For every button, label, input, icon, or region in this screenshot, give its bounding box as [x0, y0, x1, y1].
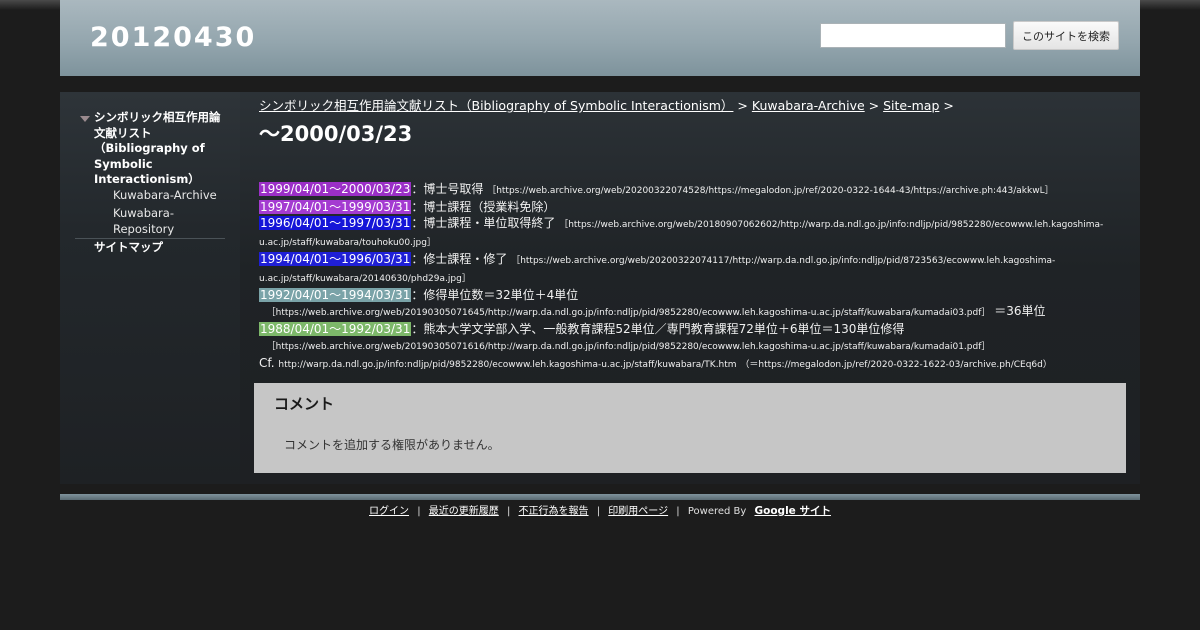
cf-line: Cf. http://warp.da.ndl.go.jp/info:ndljp/… [259, 355, 1129, 373]
breadcrumb-separator: > [868, 98, 880, 113]
footer-separator: | [596, 506, 601, 517]
list-item: 1988/04/01～1992/03/31：熊本大学文学部入学、一般教育課程52… [259, 321, 1129, 355]
footer-link-google-sites[interactable]: Google サイト [755, 505, 831, 517]
breadcrumb-link-archive[interactable]: Kuwabara-Archive [752, 98, 865, 113]
comments-title: コメント [274, 395, 335, 413]
entry-text: ：修得単位数＝32単位＋4単位 [411, 288, 579, 302]
entry-text: ：博士課程・単位取得終了 [411, 216, 556, 230]
sidebar-divider [75, 238, 225, 239]
cf-link[interactable]: http://warp.da.ndl.go.jp/info:ndljp/pid/… [278, 360, 736, 370]
footer-separator: | [676, 506, 680, 517]
bracket-open: ［ [511, 256, 521, 266]
breadcrumb-separator: > [737, 98, 748, 113]
entry-text: ：熊本大学文学部入学、一般教育課程52単位／専門教育課程72単位＋6単位＝130… [411, 322, 905, 336]
breadcrumb-separator: > [943, 98, 954, 113]
entry-link[interactable]: https://web.archive.org/web/201903050716… [276, 342, 982, 352]
list-item: 1996/04/01～1997/03/31：博士課程・単位取得終了 ［https… [259, 215, 1129, 251]
entry-link[interactable]: https://web.archive.org/web/201903050716… [276, 308, 982, 318]
bracket-open: ［ [559, 220, 569, 230]
footer-link-print[interactable]: 印刷用ページ [608, 506, 668, 517]
period-highlight: 1994/04/01～1996/03/31 [259, 252, 412, 266]
bracket-close: ］ [981, 342, 991, 352]
bracket-close: ］ [981, 308, 991, 318]
search-button[interactable]: このサイトを検索 [1013, 21, 1119, 50]
cf-label: Cf. [259, 356, 275, 370]
sidebar-item-sitemap[interactable]: サイトマップ [94, 240, 226, 256]
footer-powered-by: Powered By [687, 506, 747, 517]
bracket-open: ［ [266, 308, 276, 318]
footer-separator: | [417, 506, 421, 517]
sidebar-item-kuwabara-repository[interactable]: Kuwabara-Repository [113, 206, 228, 237]
entry-suffix: ＝36単位 [994, 304, 1046, 318]
period-highlight: 1999/04/01～2000/03/23 [259, 182, 412, 196]
bracket-close: ］ [1044, 186, 1054, 196]
breadcrumb-link-bibliography[interactable]: シンボリック相互作用論文献リスト（Bibliography of Symboli… [259, 98, 733, 113]
list-item: 1997/04/01～1999/03/31：博士課程（授業料免除） [259, 199, 1129, 215]
search-input[interactable] [820, 23, 1006, 48]
footer-link-login[interactable]: ログイン [369, 506, 409, 517]
footer-link-recent-changes[interactable]: 最近の更新履歴 [429, 506, 499, 517]
site-title[interactable]: 20120430 [90, 20, 256, 56]
bracket-close: ］ [426, 238, 436, 248]
entry-list: 1999/04/01～2000/03/23：博士号取得 ［https://web… [259, 181, 1129, 373]
footer-link-report-abuse[interactable]: 不正行為を報告 [519, 506, 589, 517]
page-title: ～2000/03/23 [259, 122, 413, 146]
comments-section: コメント コメントを追加する権限がありません。 [254, 383, 1126, 473]
breadcrumb-link-sitemap[interactable]: Site-map [883, 98, 939, 113]
period-highlight: 1997/04/01～1999/03/31 [259, 200, 412, 214]
bracket-close: ］ [461, 274, 471, 284]
list-item: 1994/04/01～1996/03/31：修士課程・修了 ［https://w… [259, 251, 1129, 287]
cf-alt-link[interactable]: （＝https://megalodon.jp/ref/2020-0322-162… [740, 360, 1051, 370]
footer-separator: | [506, 506, 511, 517]
period-highlight: 1988/04/01～1992/03/31 [259, 322, 412, 336]
comments-permission-text: コメントを追加する権限がありません。 [284, 438, 500, 452]
list-item: 1992/04/01～1994/03/31：修得単位数＝32単位＋4単位 ［ht… [259, 287, 1129, 321]
entry-text: ：修士課程・修了 [411, 252, 508, 266]
sidebar: シンボリック相互作用論文献リスト（Bibliography of Symboli… [60, 92, 240, 484]
list-item: 1999/04/01～2000/03/23：博士号取得 ［https://web… [259, 181, 1129, 199]
entry-text: ：博士号取得 [411, 182, 484, 196]
bracket-open: ［ [266, 342, 276, 352]
expand-arrow-icon[interactable] [80, 116, 90, 122]
footer-bar [60, 494, 1140, 500]
bracket-open: ［ [487, 186, 497, 196]
period-highlight: 1992/04/01～1994/03/31 [259, 288, 412, 302]
entry-link[interactable]: https://web.archive.org/web/202003220745… [496, 186, 1044, 196]
breadcrumb: シンボリック相互作用論文献リスト（Bibliography of Symboli… [259, 98, 1129, 114]
site-header: 20120430 このサイトを検索 [60, 0, 1140, 76]
entry-text: ：博士課程（授業料免除） [411, 200, 556, 214]
period-highlight: 1996/04/01～1997/03/31 [259, 216, 412, 230]
sidebar-item-bibliography[interactable]: シンボリック相互作用論文献リスト（Bibliography of Symboli… [94, 110, 226, 188]
footer: ログイン | 最近の更新履歴 | 不正行為を報告 | 印刷用ページ | Powe… [0, 504, 1200, 519]
sidebar-item-kuwabara-archive[interactable]: Kuwabara-Archive [113, 188, 228, 204]
